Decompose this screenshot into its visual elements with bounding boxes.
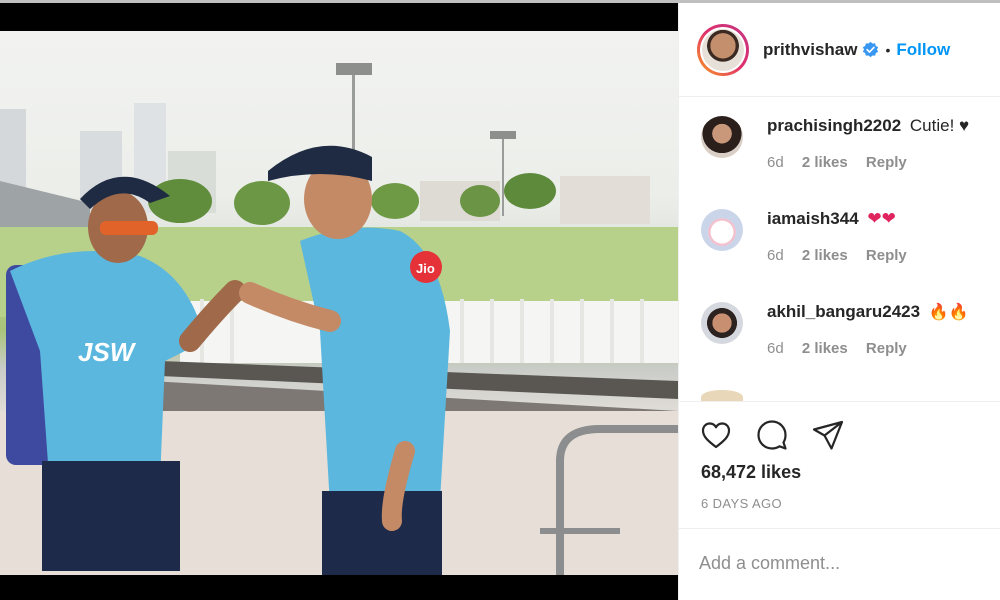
comment-icon[interactable] — [755, 418, 789, 452]
post-photo[interactable]: JSW Jio — [0, 31, 678, 575]
photo-scene: JSW Jio — [0, 63, 678, 575]
comment-text: Cutie! ♥ — [909, 116, 970, 135]
comment-age: 6d — [767, 247, 784, 264]
comment-body: akhil_bangaru2423 🔥🔥 — [767, 302, 969, 322]
heart-icon[interactable] — [699, 418, 733, 452]
comment-age: 6d — [767, 154, 784, 171]
comment-text: 🔥🔥 — [928, 304, 969, 321]
reply-button[interactable]: Reply — [866, 154, 907, 171]
comment-body: iamaish344 ❤❤ — [767, 209, 896, 229]
comment-text: ❤❤ — [867, 209, 896, 228]
comment-likes[interactable]: 2 likes — [802, 340, 848, 357]
comment-meta: 6d 2 likes Reply — [767, 154, 921, 171]
reply-button[interactable]: Reply — [866, 340, 907, 357]
commenter-avatar-partial — [701, 390, 743, 401]
comment-likes[interactable]: 2 likes — [802, 247, 848, 264]
share-icon[interactable] — [811, 418, 845, 452]
comment-item: iamaish344 ❤❤ 6d 2 likes Reply — [679, 191, 1000, 284]
comment-likes[interactable]: 2 likes — [802, 154, 848, 171]
commenter-avatar[interactable] — [701, 116, 743, 158]
post-date[interactable]: 6 DAYS AGO — [701, 496, 782, 511]
comments-list[interactable]: prachisingh2202 Cutie! ♥ 6d 2 likes Repl… — [679, 98, 1000, 401]
verified-badge-icon — [863, 41, 879, 58]
author-username[interactable]: prithvishaw — [763, 40, 857, 60]
photo-pane: JSW Jio — [0, 3, 678, 600]
comment-item: akhil_bangaru2423 🔥🔥 6d 2 likes Reply — [679, 284, 1000, 377]
add-comment-bar — [679, 528, 1000, 600]
author-avatar[interactable] — [697, 23, 749, 76]
commenter-username[interactable]: prachisingh2202 — [767, 116, 901, 135]
reply-button[interactable]: Reply — [866, 247, 907, 264]
commenter-username[interactable]: akhil_bangaru2423 — [767, 302, 920, 321]
likes-count[interactable]: 68,472 likes — [701, 462, 801, 483]
author-avatar-inner — [700, 26, 746, 73]
comment-meta: 6d 2 likes Reply — [767, 247, 921, 264]
comment-input[interactable] — [699, 553, 979, 574]
action-icons — [699, 418, 845, 452]
comment-body: prachisingh2202 Cutie! ♥ — [767, 116, 969, 136]
post-actions: 68,472 likes 6 DAYS AGO — [679, 401, 1000, 529]
commenter-avatar[interactable] — [701, 302, 743, 344]
post-header: prithvishaw • Follow — [679, 3, 1000, 97]
follow-button[interactable]: Follow — [896, 40, 950, 60]
separator-dot: • — [885, 41, 891, 58]
post-side-panel: prithvishaw • Follow prachisingh2202 Cut… — [678, 3, 1000, 600]
commenter-username[interactable]: iamaish344 — [767, 209, 859, 228]
author-avatar-image — [702, 28, 744, 71]
comment-item: prachisingh2202 Cutie! ♥ 6d 2 likes Repl… — [679, 98, 1000, 191]
svg-text:JSW: JSW — [78, 337, 137, 367]
commenter-avatar[interactable] — [701, 209, 743, 251]
comment-meta: 6d 2 likes Reply — [767, 340, 921, 357]
comment-age: 6d — [767, 340, 784, 357]
svg-text:Jio: Jio — [416, 261, 435, 276]
